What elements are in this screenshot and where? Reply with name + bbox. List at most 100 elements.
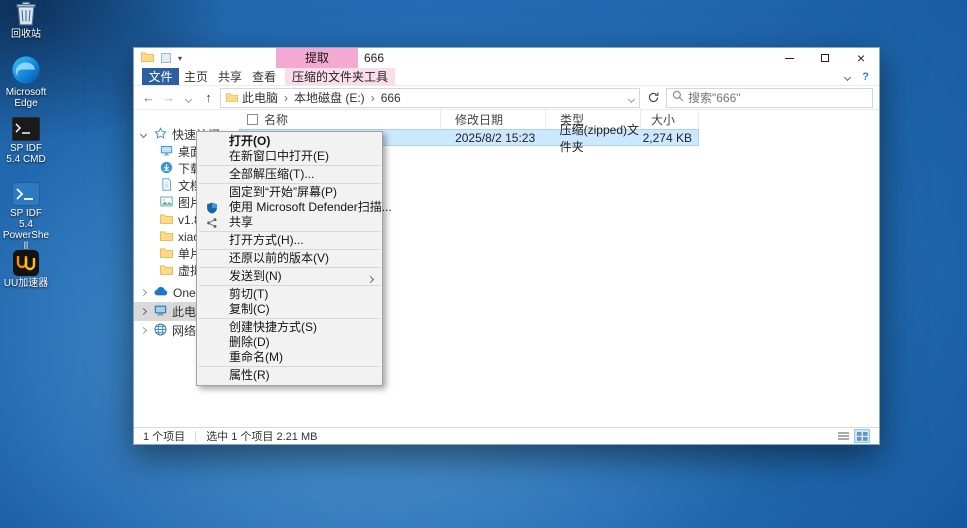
selection-summary: 选中 1 个项目 2.21 MB [206,431,318,443]
column-header-name[interactable]: 名称 [239,110,441,129]
forward-button[interactable]: → [160,88,177,108]
context-menu-item-delete[interactable]: 删除(D) [197,335,382,350]
menu-separator [199,366,380,367]
tab-compressed-folder-tools[interactable]: 压缩的文件夹工具 [285,68,396,85]
refresh-button[interactable] [643,91,663,104]
tab-view[interactable]: 查看 [247,68,281,85]
close-button[interactable]: × [843,48,879,68]
context-menu-item-defender-scan[interactable]: 使用 Microsoft Defender扫描... [197,200,392,215]
tab-home[interactable]: 主页 [179,68,213,85]
select-all-checkbox[interactable] [247,114,258,125]
context-menu-item-share[interactable]: 共享 [197,215,382,230]
desktop-icon-label: SP IDF 5.4 PowerShell [2,208,50,252]
search-input[interactable] [688,90,867,105]
column-label: 名称 [264,113,289,127]
address-dropdown-icon[interactable] [627,91,636,105]
powershell-icon [2,182,50,206]
chevron-right-icon[interactable] [139,307,148,316]
uu-booster-icon [2,250,50,276]
defender-shield-icon [205,201,218,214]
status-bar: 1 个项目 选中 1 个项目 2.21 MB [134,427,879,444]
menu-separator [199,267,380,268]
breadcrumb-separator-icon: › [370,90,375,105]
qat-customize-icon[interactable]: ▾ [178,54,182,63]
minimize-button[interactable] [771,48,807,68]
context-menu-item-send-to[interactable]: 发送到(N) [197,269,382,284]
chevron-down-icon[interactable] [139,130,148,139]
column-label: 修改日期 [455,113,504,127]
ribbon-right-controls: ? [844,68,869,86]
tab-file[interactable]: 文件 [142,68,179,85]
column-header-date-modified[interactable]: 修改日期 [441,110,546,129]
desktop-icon-recycle-bin[interactable]: 回收站 [2,0,50,40]
recent-locations-icon[interactable] [180,88,197,108]
chevron-right-icon[interactable] [139,288,148,297]
chevron-right-icon[interactable] [139,326,148,335]
column-header-size[interactable]: 大小 [641,110,699,129]
desktop-folder-icon [160,144,173,160]
menu-item-label: 共享 [229,215,254,229]
menu-separator [199,231,380,232]
tab-share[interactable]: 共享 [213,68,247,85]
items-count: 1 个项目 [143,431,186,443]
context-menu-item-properties[interactable]: 属性(R) [197,368,382,383]
maximize-button[interactable] [807,48,843,68]
this-pc-icon [154,304,167,320]
quick-access-toolbar[interactable]: ▾ [141,51,182,65]
menu-separator [199,318,380,319]
folder-icon [160,264,173,278]
context-menu-item-extract-all[interactable]: 全部解压缩(T)... [197,167,382,182]
menu-item-label: 使用 Microsoft Defender扫描... [229,200,392,214]
edge-icon [2,55,50,85]
expand-ribbon-icon[interactable] [844,73,852,81]
contextual-tab-badge: 提取 [276,48,358,68]
breadcrumb-separator-icon: › [284,90,289,105]
desktop-icon-uu-booster[interactable]: UU加速器 [2,250,50,289]
menu-separator [199,285,380,286]
desktop-icon-edge[interactable]: Microsoft Edge [2,55,50,109]
context-menu-item-open[interactable]: 打开(O) [197,134,382,149]
close-icon: × [856,50,866,66]
search-icon [672,90,684,105]
context-menu-item-open-new-window[interactable]: 在新窗口中打开(E) [197,149,382,164]
thumbnails-view-button[interactable] [854,429,870,443]
menu-separator [199,165,380,166]
pictures-icon [160,195,173,211]
file-size-cell: 2,274 KB [642,130,692,145]
desktop-icon-label: SP IDF 5.4 CMD [6,143,46,165]
back-button[interactable]: ← [140,88,157,108]
menu-separator [199,183,380,184]
desktop-icon-label: 回收站 [11,29,41,40]
cmd-terminal-icon [2,117,50,141]
desktop-icon-idf-powershell[interactable]: SP IDF 5.4 PowerShell [2,182,50,252]
up-button[interactable]: ↑ [200,88,217,108]
window-controls: × [771,48,879,68]
help-icon[interactable]: ? [862,71,869,83]
maximize-icon [821,54,829,62]
address-bar[interactable]: 此电脑 › 本地磁盘 (E:) › 666 [220,87,640,108]
breadcrumb-drive-e[interactable]: 本地磁盘 (E:) [294,89,365,106]
breadcrumb-666[interactable]: 666 [381,91,401,105]
context-menu-item-pin-to-start[interactable]: 固定到“开始”屏幕(P) [197,185,382,200]
context-menu-item-copy[interactable]: 复制(C) [197,302,382,317]
downloads-icon [160,161,173,177]
context-menu-item-create-shortcut[interactable]: 创建快捷方式(S) [197,320,382,335]
breadcrumb-this-pc[interactable]: 此电脑 [242,89,278,106]
context-menu-item-rename[interactable]: 重命名(M) [197,350,382,365]
desktop-icon-label: Microsoft Edge [5,87,47,109]
context-menu-item-restore-versions[interactable]: 还原以前的版本(V) [197,251,382,266]
context-menu-item-open-with[interactable]: 打开方式(H)... [197,233,382,248]
documents-icon [160,177,173,194]
details-view-button[interactable] [835,429,851,443]
desktop-icon-idf-cmd[interactable]: SP IDF 5.4 CMD [2,117,50,165]
qat-properties-icon[interactable] [161,53,171,63]
share-icon [205,216,218,229]
status-divider [195,430,197,442]
context-menu-item-cut[interactable]: 剪切(T) [197,287,382,302]
menu-item-label: 发送到(N) [229,269,282,283]
network-icon [154,323,167,339]
minimize-icon [784,57,794,59]
search-box[interactable] [666,87,873,108]
quick-access-icon [154,126,167,143]
recycle-bin-icon [2,0,50,27]
